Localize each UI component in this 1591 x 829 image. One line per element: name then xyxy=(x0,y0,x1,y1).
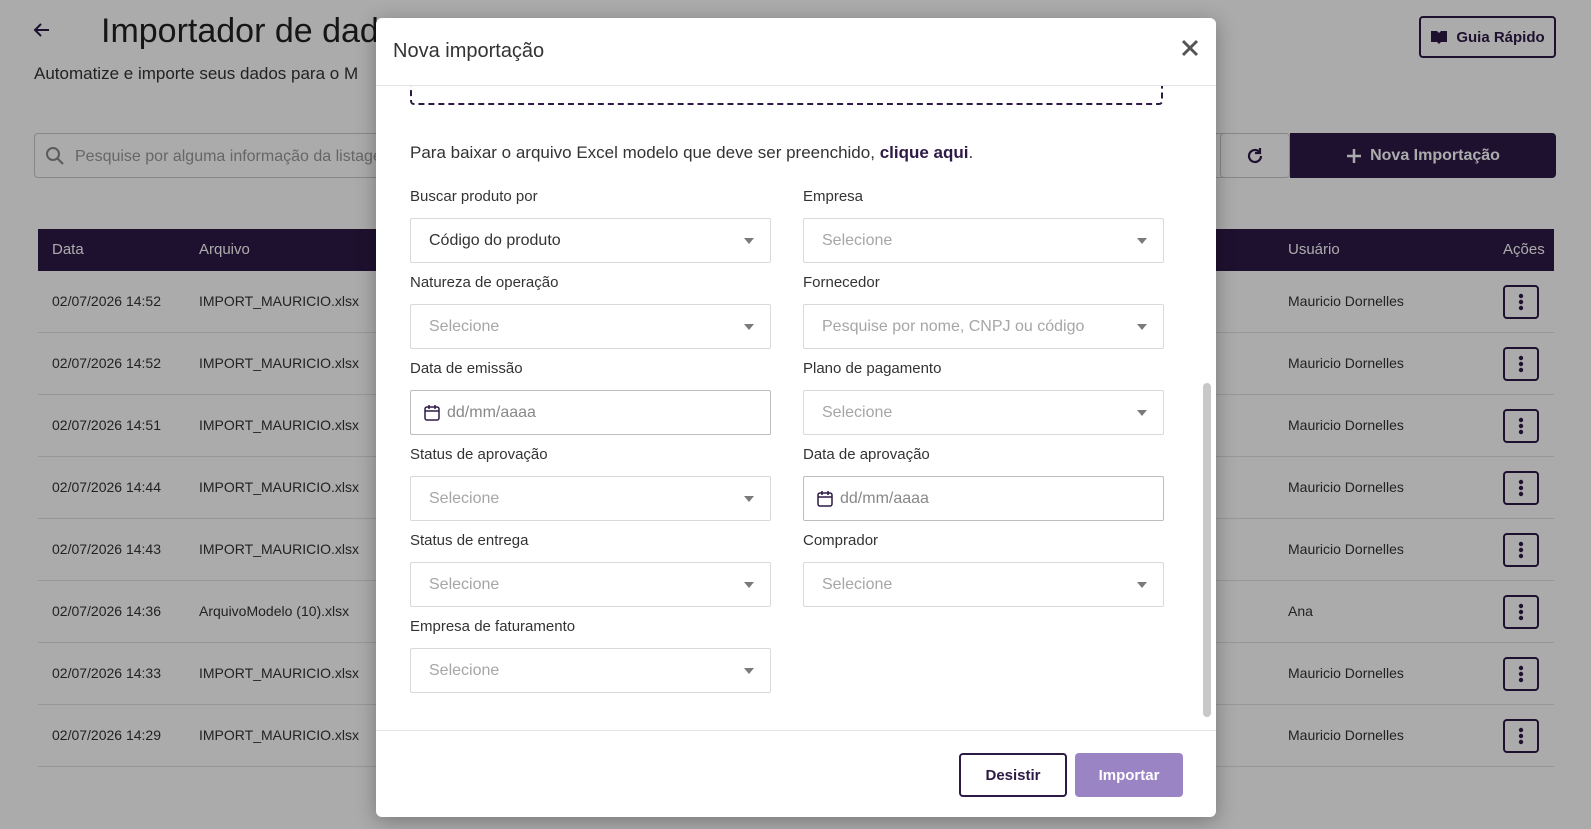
buscar-produto-value: Código do produto xyxy=(429,232,561,249)
calendar-icon xyxy=(424,405,440,421)
chevron-down-icon xyxy=(744,324,754,330)
status-entrega-select[interactable]: Selecione xyxy=(410,562,771,607)
empresa-faturamento-label: Empresa de faturamento xyxy=(410,618,576,635)
comprador-placeholder: Selecione xyxy=(822,576,893,593)
modal-body: Para baixar o arquivo Excel modelo que d… xyxy=(376,86,1216,726)
status-aprovacao-placeholder: Selecione xyxy=(429,490,500,507)
modal-header: Nova importação xyxy=(376,18,1216,86)
fornecedor-label: Fornecedor xyxy=(803,274,880,291)
data-emissao-label: Data de emissão xyxy=(410,360,523,377)
chevron-down-icon xyxy=(1137,582,1147,588)
file-dropzone[interactable] xyxy=(410,86,1163,105)
comprador-select[interactable]: Selecione xyxy=(803,562,1164,607)
chevron-down-icon xyxy=(744,496,754,502)
chevron-down-icon xyxy=(744,582,754,588)
modal-footer: Desistir Importar xyxy=(376,730,1216,817)
import-button[interactable]: Importar xyxy=(1075,753,1183,797)
data-emissao-input[interactable]: dd/mm/aaaa xyxy=(410,390,771,435)
calendar-icon xyxy=(817,491,833,507)
download-end: . xyxy=(968,143,974,162)
natureza-label: Natureza de operação xyxy=(410,274,559,291)
modal-scrollbar-thumb[interactable] xyxy=(1203,383,1211,717)
natureza-placeholder: Selecione xyxy=(429,318,500,335)
status-aprovacao-select[interactable]: Selecione xyxy=(410,476,771,521)
empresa-faturamento-select[interactable]: Selecione xyxy=(410,648,771,693)
status-entrega-placeholder: Selecione xyxy=(429,576,500,593)
download-link[interactable]: clique aqui xyxy=(880,143,969,162)
plano-pagamento-placeholder: Selecione xyxy=(822,404,893,421)
data-emissao-placeholder: dd/mm/aaaa xyxy=(447,404,536,421)
status-entrega-label: Status de entrega xyxy=(410,532,529,549)
data-aprovacao-label: Data de aprovação xyxy=(803,446,930,463)
comprador-label: Comprador xyxy=(803,532,879,549)
natureza-select[interactable]: Selecione xyxy=(410,304,771,349)
close-icon[interactable] xyxy=(1178,36,1202,60)
plano-pagamento-select[interactable]: Selecione xyxy=(803,390,1164,435)
status-aprovacao-label: Status de aprovação xyxy=(410,446,548,463)
chevron-down-icon xyxy=(1137,238,1147,244)
download-text: Para baixar o arquivo Excel modelo que d… xyxy=(410,143,875,162)
empresa-select[interactable]: Selecione xyxy=(803,218,1164,263)
empresa-faturamento-placeholder: Selecione xyxy=(429,662,500,679)
buscar-produto-select[interactable]: Código do produto xyxy=(410,218,771,263)
cancel-button[interactable]: Desistir xyxy=(959,753,1067,797)
chevron-down-icon xyxy=(744,668,754,674)
empresa-placeholder: Selecione xyxy=(822,232,893,249)
new-import-modal: Nova importação Para baixar o arquivo Ex… xyxy=(376,18,1216,817)
modal-title: Nova importação xyxy=(393,40,545,62)
empresa-label: Empresa xyxy=(803,188,864,205)
buscar-produto-label: Buscar produto por xyxy=(410,188,538,205)
fornecedor-placeholder: Pesquise por nome, CNPJ ou código xyxy=(822,318,1085,335)
download-note: Para baixar o arquivo Excel modelo que d… xyxy=(410,143,973,163)
plano-pagamento-label: Plano de pagamento xyxy=(803,360,942,377)
chevron-down-icon xyxy=(1137,324,1147,330)
data-aprovacao-placeholder: dd/mm/aaaa xyxy=(840,490,929,507)
chevron-down-icon xyxy=(1137,410,1147,416)
data-aprovacao-input[interactable]: dd/mm/aaaa xyxy=(803,476,1164,521)
chevron-down-icon xyxy=(744,238,754,244)
fornecedor-select[interactable]: Pesquise por nome, CNPJ ou código xyxy=(803,304,1164,349)
